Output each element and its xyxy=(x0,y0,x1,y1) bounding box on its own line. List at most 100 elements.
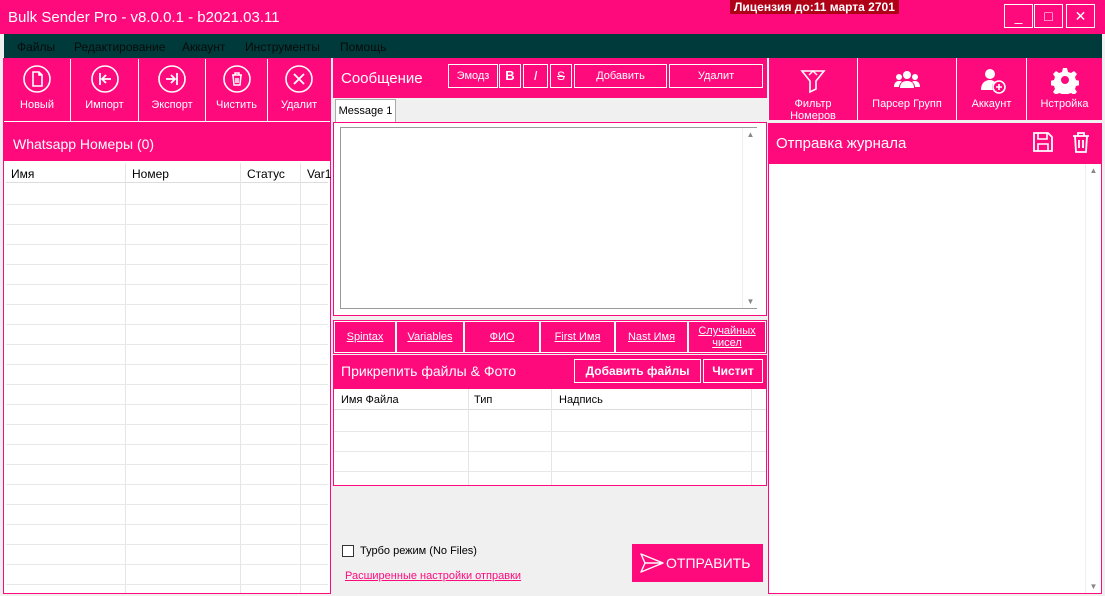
menu-edit[interactable]: Редактирование xyxy=(74,40,165,54)
message-scrollbar[interactable]: ▲ ▼ xyxy=(742,128,758,308)
tab-message-1[interactable]: Message 1 xyxy=(335,99,396,123)
col-caption[interactable]: Надпись xyxy=(559,394,603,406)
log-header: Отправка журнала xyxy=(768,123,1102,163)
maximize-button[interactable]: □ xyxy=(1034,4,1063,28)
col-number[interactable]: Номер xyxy=(132,167,169,181)
filter-numbers-button[interactable]: Фильтр Номеров xyxy=(768,58,857,122)
account-button[interactable]: Аккаунт xyxy=(956,58,1026,120)
table-row xyxy=(6,564,328,565)
close-button[interactable]: ✕ xyxy=(1066,4,1095,28)
table-row xyxy=(6,204,328,205)
table-row xyxy=(6,424,328,425)
add-user-icon xyxy=(980,69,1006,94)
variable-links: Spintax Variables ФИО First Имя Nast Имя… xyxy=(333,320,767,354)
col-status[interactable]: Статус xyxy=(247,167,285,181)
send-label: ОТПРАВИТЬ xyxy=(666,555,751,571)
import-label: Импорт xyxy=(85,99,124,111)
table-row xyxy=(6,404,328,405)
scroll-up-icon[interactable]: ▲ xyxy=(743,130,758,139)
random-numbers-link[interactable]: Случайных чисел xyxy=(688,321,766,353)
emoji-button[interactable]: Эмодз xyxy=(448,64,498,88)
delete-button[interactable]: Удалит xyxy=(268,59,330,121)
send-button[interactable]: ОТПРАВИТЬ xyxy=(632,544,763,582)
export-button[interactable]: Экспорт xyxy=(139,59,206,121)
right-toolbar: Фильтр Номеров Парсер Групп Аккаунт Нстр… xyxy=(768,58,1102,122)
scroll-down-icon[interactable]: ▼ xyxy=(743,297,758,306)
window-title: Bulk Sender Pro - v8.0.0.1 - b2021.03.11 xyxy=(8,9,280,26)
table-row xyxy=(6,384,328,385)
group-parser-button[interactable]: Парсер Групп xyxy=(857,58,956,120)
clear-label: Чистить xyxy=(216,99,257,111)
table-row xyxy=(6,364,328,365)
new-file-icon xyxy=(23,65,51,93)
table-row xyxy=(6,464,328,465)
spintax-link[interactable]: Spintax xyxy=(334,321,396,353)
table-row xyxy=(6,324,328,325)
export-label: Экспорт xyxy=(151,99,193,111)
numbers-panel: Новый Импорт Экспорт Чистить Удалит What… xyxy=(3,58,331,594)
col-type[interactable]: Тип xyxy=(474,394,492,406)
attach-table: Имя Файла Тип Надпись xyxy=(333,388,767,486)
scroll-down-icon[interactable]: ▼ xyxy=(1086,582,1101,591)
fio-link[interactable]: ФИО xyxy=(464,321,540,353)
message-title: Сообщение xyxy=(341,70,423,87)
col-var1[interactable]: Var1 xyxy=(307,167,331,181)
new-button[interactable]: Новый xyxy=(4,59,71,121)
scroll-up-icon[interactable]: ▲ xyxy=(1086,166,1101,175)
send-icon xyxy=(640,553,664,573)
attach-header: Прикрепить файлы & Фото Добавить файлы Ч… xyxy=(333,355,767,388)
numbers-header: Whatsapp Номеры (0) xyxy=(4,121,330,161)
menu-bar xyxy=(4,34,1102,58)
settings-button[interactable]: Нстройка xyxy=(1026,58,1102,120)
italic-button[interactable]: I xyxy=(523,64,548,88)
menu-tools[interactable]: Инструменты xyxy=(245,40,320,54)
first-name-link[interactable]: First Имя xyxy=(540,321,615,353)
table-row xyxy=(6,244,328,245)
left-toolbar: Новый Импорт Экспорт Чистить Удалит xyxy=(4,59,330,121)
remove-message-button[interactable]: Удалит xyxy=(669,64,763,88)
save-icon[interactable] xyxy=(1032,131,1054,153)
turbo-checkbox[interactable] xyxy=(342,545,354,557)
minimize-button[interactable]: _ xyxy=(1004,4,1033,28)
col-file-name[interactable]: Имя Файла xyxy=(341,394,399,406)
numbers-title: Whatsapp Номеры (0) xyxy=(13,136,155,152)
menu-files[interactable]: Файлы xyxy=(17,40,55,54)
group-parser-label: Парсер Групп xyxy=(872,98,942,110)
import-icon xyxy=(90,65,119,93)
add-message-button[interactable]: Добавить xyxy=(574,64,667,88)
table-row xyxy=(334,431,766,432)
settings-label: Нстройка xyxy=(1040,98,1089,110)
menu-account[interactable]: Аккаунт xyxy=(182,40,225,54)
bold-button[interactable]: B xyxy=(499,64,521,88)
strike-button[interactable]: S xyxy=(550,64,572,88)
new-label: Новый xyxy=(20,99,54,111)
delete-label: Удалит xyxy=(280,99,318,111)
table-row xyxy=(6,544,328,545)
col-divider xyxy=(125,163,126,593)
import-button[interactable]: Импорт xyxy=(71,59,139,121)
users-icon xyxy=(894,71,920,88)
table-row xyxy=(6,504,328,505)
numbers-table-header: Имя Номер Статус Var1 xyxy=(6,163,331,183)
clear-files-button[interactable]: Чистит xyxy=(703,359,763,383)
add-files-button[interactable]: Добавить файлы xyxy=(574,359,701,383)
message-textarea[interactable] xyxy=(340,127,757,309)
table-row xyxy=(6,524,328,525)
trash-icon xyxy=(222,65,251,93)
attach-title: Прикрепить файлы & Фото xyxy=(341,363,516,379)
log-title: Отправка журнала xyxy=(776,135,907,152)
log-scrollbar[interactable]: ▲ ▼ xyxy=(1085,164,1101,593)
advanced-settings-link[interactable]: Расширенные настройки отправки xyxy=(345,570,521,582)
col-divider xyxy=(300,163,301,593)
turbo-label: Турбо режим (No Files) xyxy=(360,545,477,557)
trash-icon[interactable] xyxy=(1071,131,1091,153)
table-row xyxy=(6,344,328,345)
clear-button[interactable]: Чистить xyxy=(206,59,268,121)
last-name-link[interactable]: Nast Имя xyxy=(615,321,688,353)
table-row xyxy=(6,284,328,285)
menu-help[interactable]: Помощь xyxy=(340,40,386,54)
log-area[interactable]: ▲ ▼ xyxy=(768,163,1102,594)
col-name[interactable]: Имя xyxy=(11,167,34,181)
message-header: Сообщение Эмодз B I S Добавить Удалит xyxy=(333,58,767,98)
variables-link[interactable]: Variables xyxy=(396,321,464,353)
